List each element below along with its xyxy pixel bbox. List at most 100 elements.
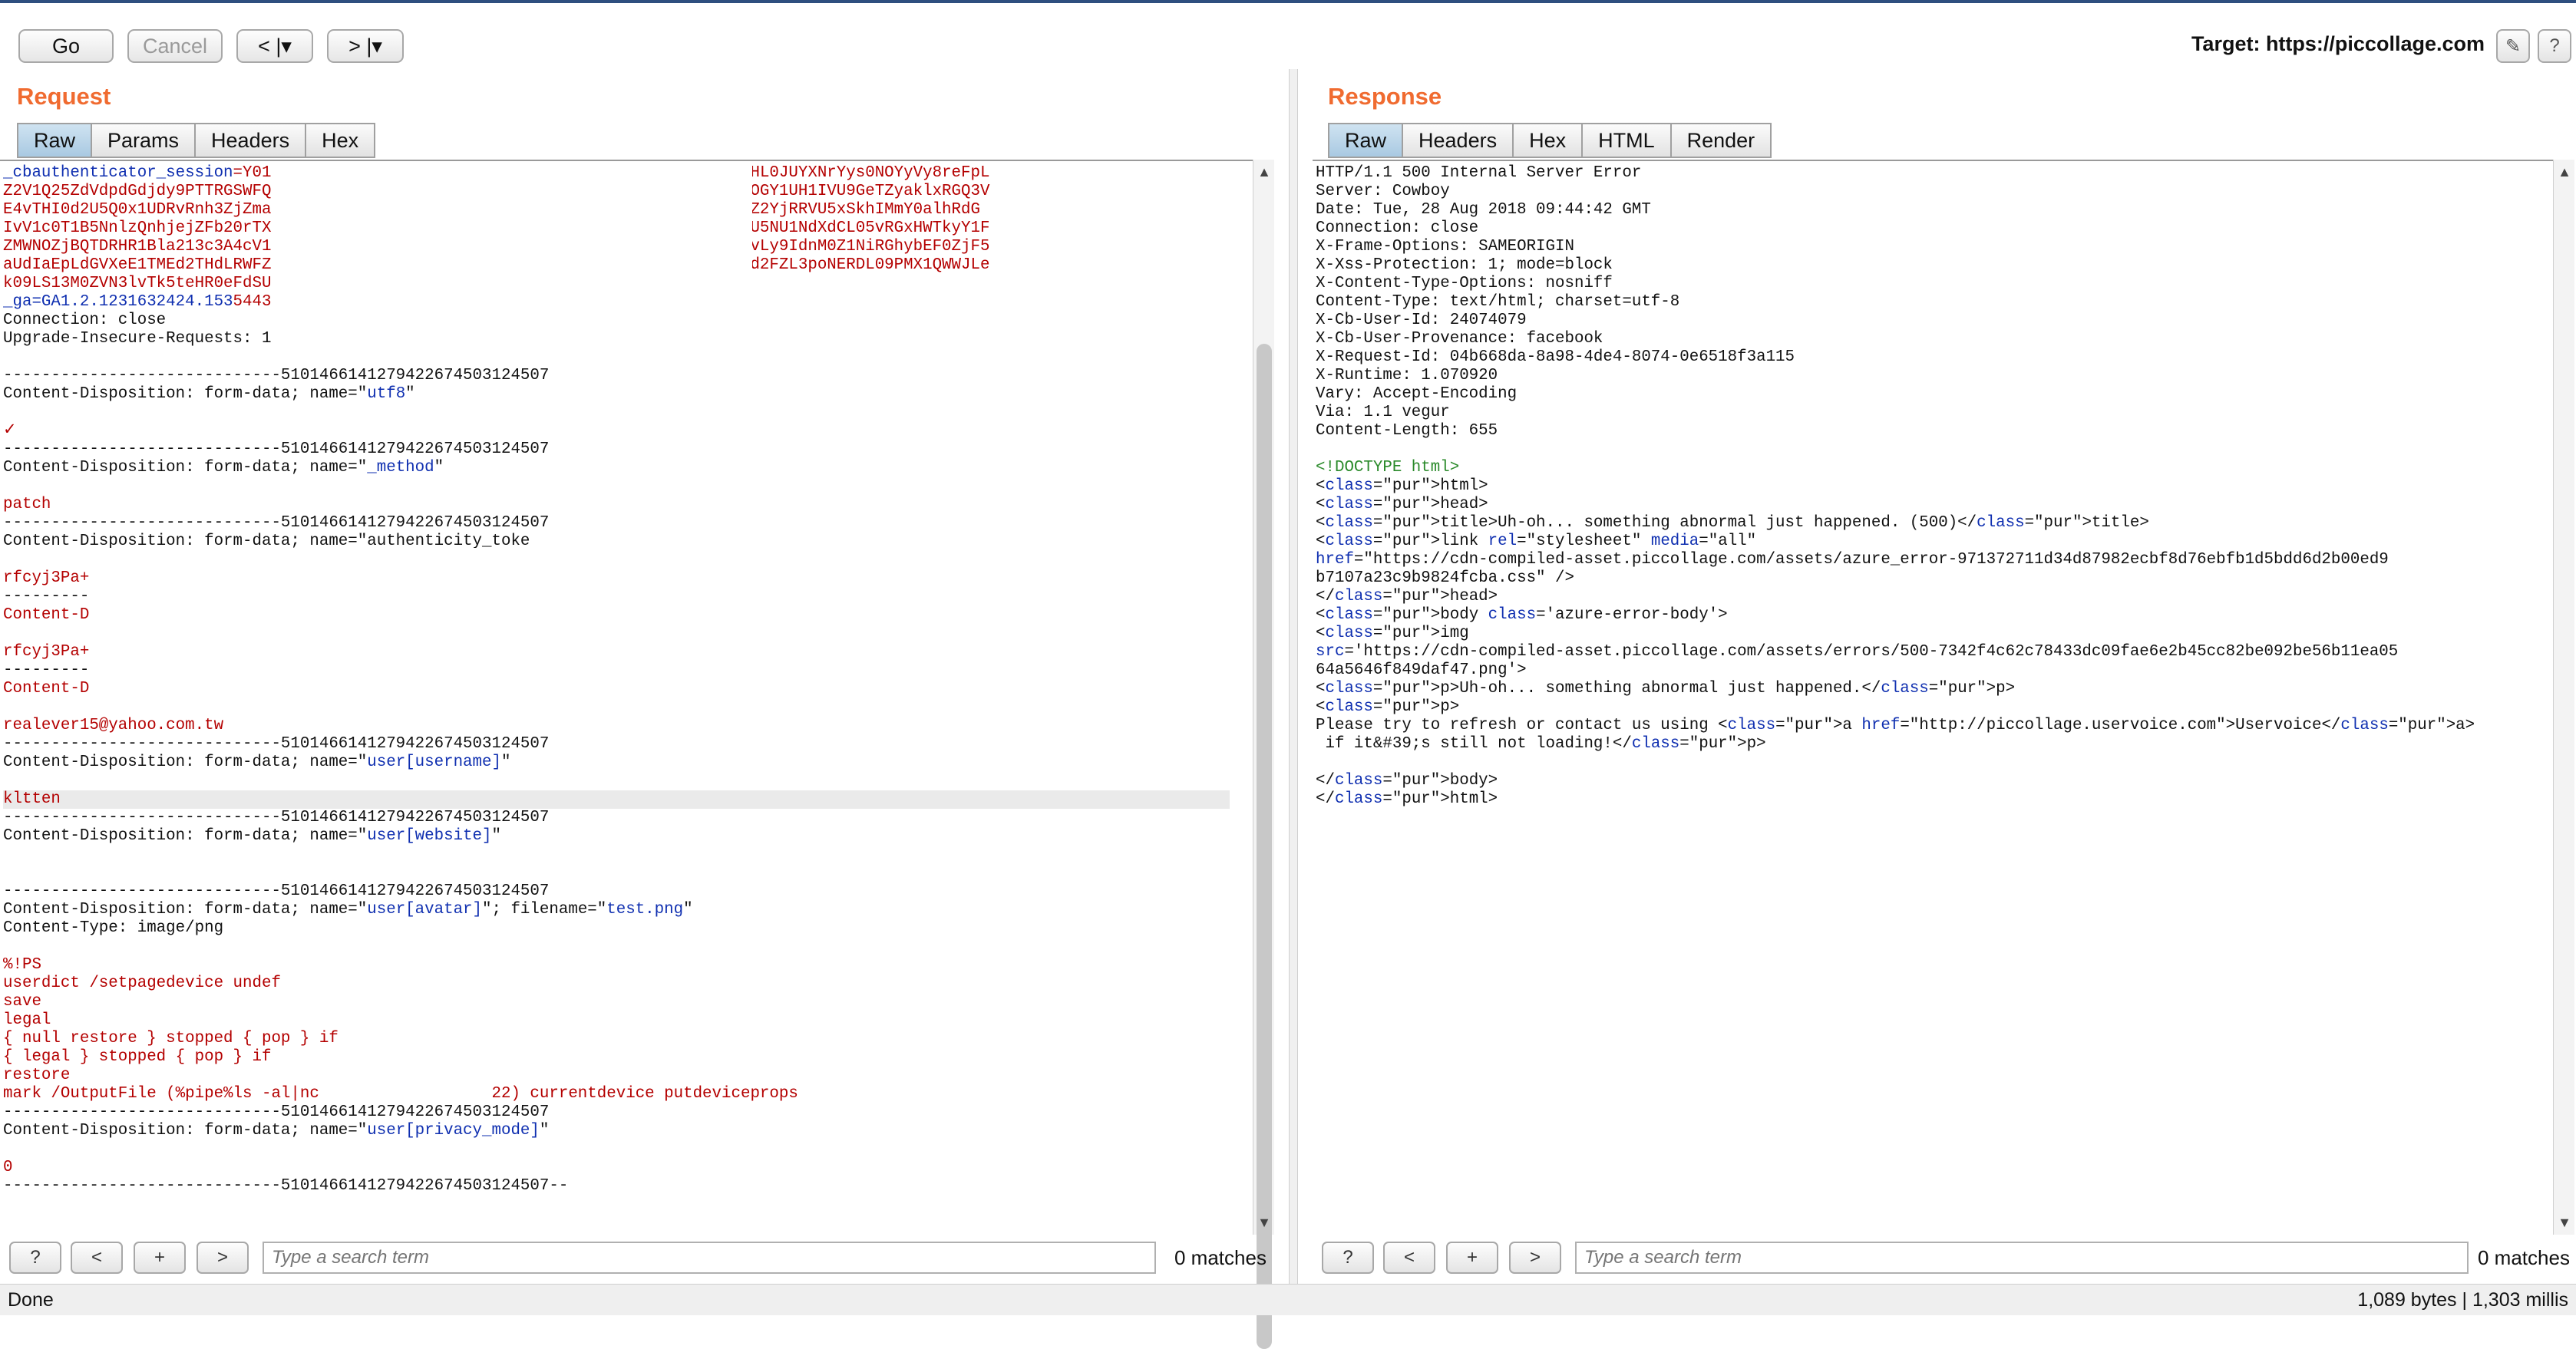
- request-line[interactable]: realever15@yahoo.com.tw: [3, 717, 1230, 735]
- go-button[interactable]: Go: [18, 29, 114, 63]
- response-line[interactable]: Connection: close: [1316, 219, 2527, 238]
- tab-headers[interactable]: Headers: [1402, 123, 1513, 158]
- request-line[interactable]: -----------------------------51014661412…: [3, 1177, 1230, 1196]
- forward-button[interactable]: > |▾: [327, 29, 404, 63]
- response-line[interactable]: [1316, 440, 2527, 459]
- response-line[interactable]: </class="pur">body>: [1316, 772, 2527, 790]
- response-line[interactable]: X-Request-Id: 04b668da-8a98-4de4-8074-0e…: [1316, 348, 2527, 367]
- tab-hex[interactable]: Hex: [305, 123, 376, 158]
- response-line[interactable]: if it&#39;s still not loading!</class="p…: [1316, 735, 2527, 754]
- response-line[interactable]: 64a5646f849daf47.png'>: [1316, 661, 2527, 680]
- response-line[interactable]: <class="pur">link rel="stylesheet" media…: [1316, 533, 2527, 551]
- request-scrollbar[interactable]: ▲ ▼: [1253, 160, 1275, 1349]
- request-line[interactable]: Content-Disposition: form-data; name="us…: [3, 754, 1230, 772]
- previous-button[interactable]: <: [1383, 1242, 1435, 1274]
- request-line[interactable]: [3, 477, 1230, 496]
- response-line[interactable]: </class="pur">head>: [1316, 588, 2527, 606]
- scroll-down-icon[interactable]: ▼: [2554, 1212, 2575, 1233]
- request-line[interactable]: Content-Disposition: form-data; name="us…: [3, 901, 1230, 919]
- request-search-input[interactable]: [263, 1242, 1156, 1274]
- response-line[interactable]: <class="pur">title>Uh-oh... something ab…: [1316, 514, 2527, 533]
- next-button[interactable]: >: [197, 1242, 249, 1274]
- request-line[interactable]: -----------------------------51014661412…: [3, 809, 1230, 827]
- response-line[interactable]: X-Runtime: 1.070920: [1316, 367, 2527, 385]
- response-line[interactable]: Content-Length: 655: [1316, 422, 2527, 440]
- response-line[interactable]: Server: Cowboy: [1316, 183, 2527, 201]
- tab-raw[interactable]: Raw: [1328, 123, 1402, 158]
- response-line[interactable]: X-Frame-Options: SAMEORIGIN: [1316, 238, 2527, 256]
- request-line[interactable]: Content-Disposition: form-data; name="ut…: [3, 385, 1230, 404]
- request-line[interactable]: [3, 404, 1230, 422]
- response-line[interactable]: <class="pur">body class='azure-error-bod…: [1316, 606, 2527, 625]
- response-scrollbar[interactable]: ▲ ▼: [2553, 160, 2574, 1235]
- response-line[interactable]: src='https://cdn-compiled-asset.piccolla…: [1316, 643, 2527, 661]
- response-line[interactable]: <class="pur">head>: [1316, 496, 2527, 514]
- request-line[interactable]: { null restore } stopped { pop } if: [3, 1030, 1230, 1048]
- response-search-input[interactable]: [1575, 1242, 2469, 1274]
- request-line[interactable]: Connection: close: [3, 312, 1230, 330]
- request-line[interactable]: Content-Disposition: form-data; name="us…: [3, 1122, 1230, 1140]
- scroll-up-icon[interactable]: ▲: [2554, 161, 2575, 183]
- response-line[interactable]: </class="pur">html>: [1316, 790, 2527, 809]
- response-line[interactable]: <!DOCTYPE html>: [1316, 459, 2527, 477]
- cancel-button[interactable]: Cancel: [127, 29, 223, 63]
- response-line[interactable]: <class="pur">html>: [1316, 477, 2527, 496]
- response-line[interactable]: X-Cb-User-Id: 24074079: [1316, 312, 2527, 330]
- request-line[interactable]: legal: [3, 1011, 1230, 1030]
- request-line[interactable]: [3, 938, 1230, 956]
- request-editor[interactable]: _cbauthenticator_session=Y01 Z29nU3lVQy8…: [0, 160, 1256, 1235]
- response-line[interactable]: href="https://cdn-compiled-asset.piccoll…: [1316, 551, 2527, 569]
- response-line[interactable]: Via: 1.1 vegur: [1316, 404, 2527, 422]
- response-line[interactable]: <class="pur">p>Uh-oh... something abnorm…: [1316, 680, 2527, 698]
- request-line[interactable]: Upgrade-Insecure-Requests: 1: [3, 330, 1230, 348]
- scroll-thumb[interactable]: [1257, 344, 1272, 1349]
- request-line[interactable]: -----------------------------51014661412…: [3, 367, 1230, 385]
- request-line[interactable]: Content-Type: image/png: [3, 919, 1230, 938]
- response-editor[interactable]: HTTP/1.1 500 Internal Server Error Server…: [1313, 160, 2553, 1235]
- tab-params[interactable]: Params: [91, 123, 195, 158]
- request-line[interactable]: -----------------------------51014661412…: [3, 735, 1230, 754]
- request-line[interactable]: [3, 1140, 1230, 1159]
- add-button[interactable]: +: [134, 1242, 186, 1274]
- back-button[interactable]: < |▾: [236, 29, 313, 63]
- request-line[interactable]: userdict /setpagedevice undef: [3, 975, 1230, 993]
- tab-render[interactable]: Render: [1669, 123, 1772, 158]
- response-line[interactable]: HTTP/1.1 500 Internal Server Error: [1316, 164, 2527, 183]
- tab-html[interactable]: HTML: [1581, 123, 1670, 158]
- pane-divider[interactable]: [1289, 69, 1298, 1285]
- request-line[interactable]: save: [3, 993, 1230, 1011]
- scroll-up-icon[interactable]: ▲: [1253, 161, 1275, 183]
- response-line[interactable]: Content-Type: text/html; charset=utf-8: [1316, 293, 2527, 312]
- response-line[interactable]: X-Cb-User-Provenance: facebook: [1316, 330, 2527, 348]
- response-line[interactable]: Vary: Accept-Encoding: [1316, 385, 2527, 404]
- request-line[interactable]: Content-Disposition: form-data; name="_m…: [3, 459, 1230, 477]
- request-line[interactable]: -----------------------------51014661412…: [3, 882, 1230, 901]
- help-icon[interactable]: ?: [2538, 29, 2571, 63]
- help-button[interactable]: ?: [1322, 1242, 1374, 1274]
- response-line[interactable]: Date: Tue, 28 Aug 2018 09:44:42 GMT: [1316, 201, 2527, 219]
- request-line[interactable]: { legal } stopped { pop } if: [3, 1048, 1230, 1067]
- pencil-icon[interactable]: ✎: [2496, 29, 2530, 63]
- response-line[interactable]: <class="pur">p>: [1316, 698, 2527, 717]
- scroll-down-icon[interactable]: ▼: [1253, 1212, 1275, 1233]
- tab-hex[interactable]: Hex: [1512, 123, 1582, 158]
- request-line[interactable]: [3, 864, 1230, 882]
- request-line[interactable]: -----------------------------51014661412…: [3, 1103, 1230, 1122]
- tab-headers[interactable]: Headers: [194, 123, 305, 158]
- request-line[interactable]: Content-Disposition: form-data; name="us…: [3, 827, 1230, 846]
- response-line[interactable]: Please try to refresh or contact us usin…: [1316, 717, 2527, 735]
- request-line[interactable]: ✓: [3, 422, 1230, 440]
- previous-button[interactable]: <: [71, 1242, 123, 1274]
- response-line[interactable]: X-Content-Type-Options: nosniff: [1316, 275, 2527, 293]
- response-text[interactable]: HTTP/1.1 500 Internal Server Error Server…: [1316, 164, 2527, 809]
- request-line[interactable]: %!PS: [3, 956, 1230, 975]
- next-button[interactable]: >: [1509, 1242, 1561, 1274]
- request-line[interactable]: [3, 772, 1230, 790]
- response-line[interactable]: X-Xss-Protection: 1; mode=block: [1316, 256, 2527, 275]
- help-button[interactable]: ?: [9, 1242, 61, 1274]
- request-line[interactable]: -----------------------------51014661412…: [3, 440, 1230, 459]
- request-line[interactable]: restore: [3, 1067, 1230, 1085]
- request-line[interactable]: patch: [3, 496, 1230, 514]
- request-line[interactable]: kltten: [3, 790, 1230, 809]
- tab-raw[interactable]: Raw: [17, 123, 91, 158]
